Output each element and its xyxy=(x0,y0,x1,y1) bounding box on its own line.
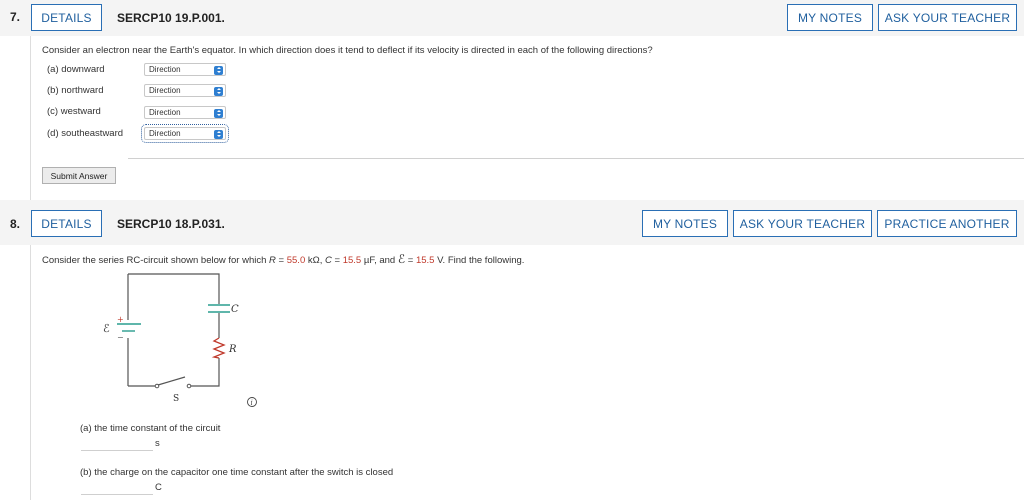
part-a-label: (a) downward xyxy=(47,64,105,75)
question-prompt: Consider the series RC-circuit shown bel… xyxy=(42,252,524,266)
question-number: 7. xyxy=(10,10,21,24)
submit-answer-button[interactable]: Submit Answer xyxy=(42,167,116,184)
emf-value: 15.5 xyxy=(415,255,435,266)
capacitance-value: 15.5 xyxy=(342,255,362,266)
battery-minus: − xyxy=(117,333,124,342)
select-value: Direction xyxy=(149,108,181,117)
part-b-label: (b) northward xyxy=(47,85,104,96)
switch-label: S xyxy=(173,394,179,404)
part-a-label: (a) the time constant of the circuit xyxy=(80,423,221,434)
capacitor-label: C xyxy=(231,304,239,315)
unit-b: C xyxy=(155,482,162,493)
capacitance-unit: µF, and xyxy=(361,255,398,266)
emf-label: ℰ xyxy=(103,322,110,335)
switch-lever xyxy=(157,376,186,386)
resistance-value: 55.0 xyxy=(286,255,306,266)
info-glyph: i xyxy=(251,399,253,407)
question-number: 8. xyxy=(10,217,21,231)
question-code: SERCP10 18.P.031. xyxy=(117,217,225,231)
select-chevron-icon xyxy=(214,65,223,75)
resistance-symbol: R xyxy=(269,255,276,266)
answer-input-a[interactable] xyxy=(81,450,153,451)
part-d-label: (d) southeastward xyxy=(47,128,124,139)
direction-select-a[interactable]: Direction xyxy=(144,63,226,76)
select-value: Direction xyxy=(149,65,181,74)
equals: = xyxy=(331,255,343,266)
resistance-unit: kΩ, xyxy=(305,255,326,266)
direction-select-c[interactable]: Direction xyxy=(144,106,226,119)
direction-select-d[interactable]: Direction xyxy=(141,124,229,143)
emf-unit: V. Find the following. xyxy=(434,255,525,266)
details-button[interactable]: DETAILS xyxy=(31,210,102,237)
switch-contact-right xyxy=(186,383,192,389)
select-chevron-icon xyxy=(214,86,223,96)
unit-a: s xyxy=(155,438,160,449)
practice-another-button[interactable]: PRACTICE ANOTHER xyxy=(877,210,1017,237)
part-b-label: (b) the charge on the capacitor one time… xyxy=(80,467,394,478)
equals: = xyxy=(275,255,287,266)
info-icon[interactable]: i xyxy=(247,397,257,408)
battery-plus: + xyxy=(117,315,124,324)
part-c-label: (c) westward xyxy=(47,106,101,117)
my-notes-button[interactable]: MY NOTES xyxy=(642,210,728,237)
ask-your-teacher-button[interactable]: ASK YOUR TEACHER xyxy=(878,4,1017,31)
answer-input-b[interactable] xyxy=(81,494,153,495)
select-value: Direction xyxy=(149,129,181,138)
details-button[interactable]: DETAILS xyxy=(31,4,102,31)
capacitance-symbol: C xyxy=(325,255,332,266)
my-notes-button[interactable]: MY NOTES xyxy=(787,4,873,31)
select-chevron-icon xyxy=(214,129,223,139)
select-chevron-icon xyxy=(214,108,223,118)
direction-select-b[interactable]: Direction xyxy=(144,84,226,97)
select-value: Direction xyxy=(149,86,181,95)
ask-your-teacher-button[interactable]: ASK YOUR TEACHER xyxy=(733,210,872,237)
prompt-text: Consider the series RC-circuit shown bel… xyxy=(42,255,270,266)
section-divider xyxy=(128,158,1024,159)
question-code: SERCP10 19.P.001. xyxy=(117,11,225,25)
left-gutter xyxy=(30,36,31,200)
left-gutter xyxy=(30,245,31,500)
rc-circuit-diagram: + − ℰ C R S i xyxy=(103,273,257,408)
resistor-label: R xyxy=(228,344,237,355)
question-prompt: Consider an electron near the Earth's eq… xyxy=(42,45,653,56)
equals: = xyxy=(405,255,416,266)
resistor-zigzag xyxy=(211,337,226,359)
